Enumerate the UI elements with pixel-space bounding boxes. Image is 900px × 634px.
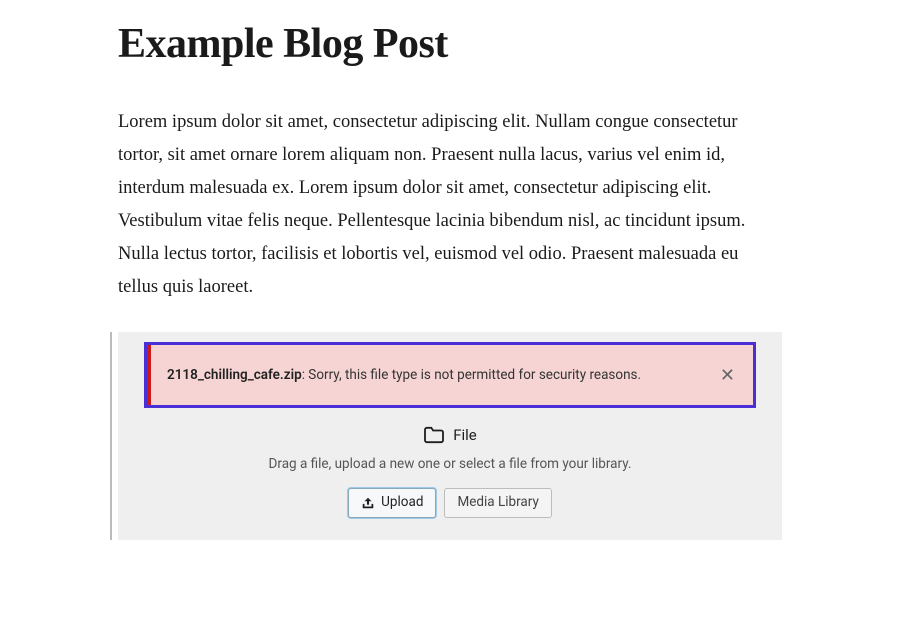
upload-instruction: Drag a file, upload a new one or select … [134, 456, 766, 472]
upload-icon [361, 496, 375, 510]
block-header: File [134, 426, 766, 444]
page-title: Example Blog Post [118, 20, 782, 68]
close-icon: ✕ [720, 365, 735, 385]
media-library-button-label: Media Library [457, 496, 538, 510]
post-body: Lorem ipsum dolor sit amet, consectetur … [118, 106, 782, 304]
upload-button[interactable]: Upload [348, 488, 436, 518]
media-library-button[interactable]: Media Library [444, 488, 551, 518]
button-row: Upload Media Library [134, 488, 766, 518]
upload-button-label: Upload [381, 496, 423, 510]
error-notice: 2118_chilling_cafe.zip: Sorry, this file… [144, 342, 756, 408]
folder-icon [423, 426, 445, 444]
error-filename: 2118_chilling_cafe.zip [167, 367, 302, 383]
block-selected-wrapper: 2118_chilling_cafe.zip: Sorry, this file… [110, 332, 782, 540]
block-label: File [453, 426, 477, 444]
file-block[interactable]: 2118_chilling_cafe.zip: Sorry, this file… [118, 332, 782, 540]
error-message: : Sorry, this file type is not permitted… [302, 367, 641, 383]
dismiss-error-button[interactable]: ✕ [716, 362, 739, 388]
